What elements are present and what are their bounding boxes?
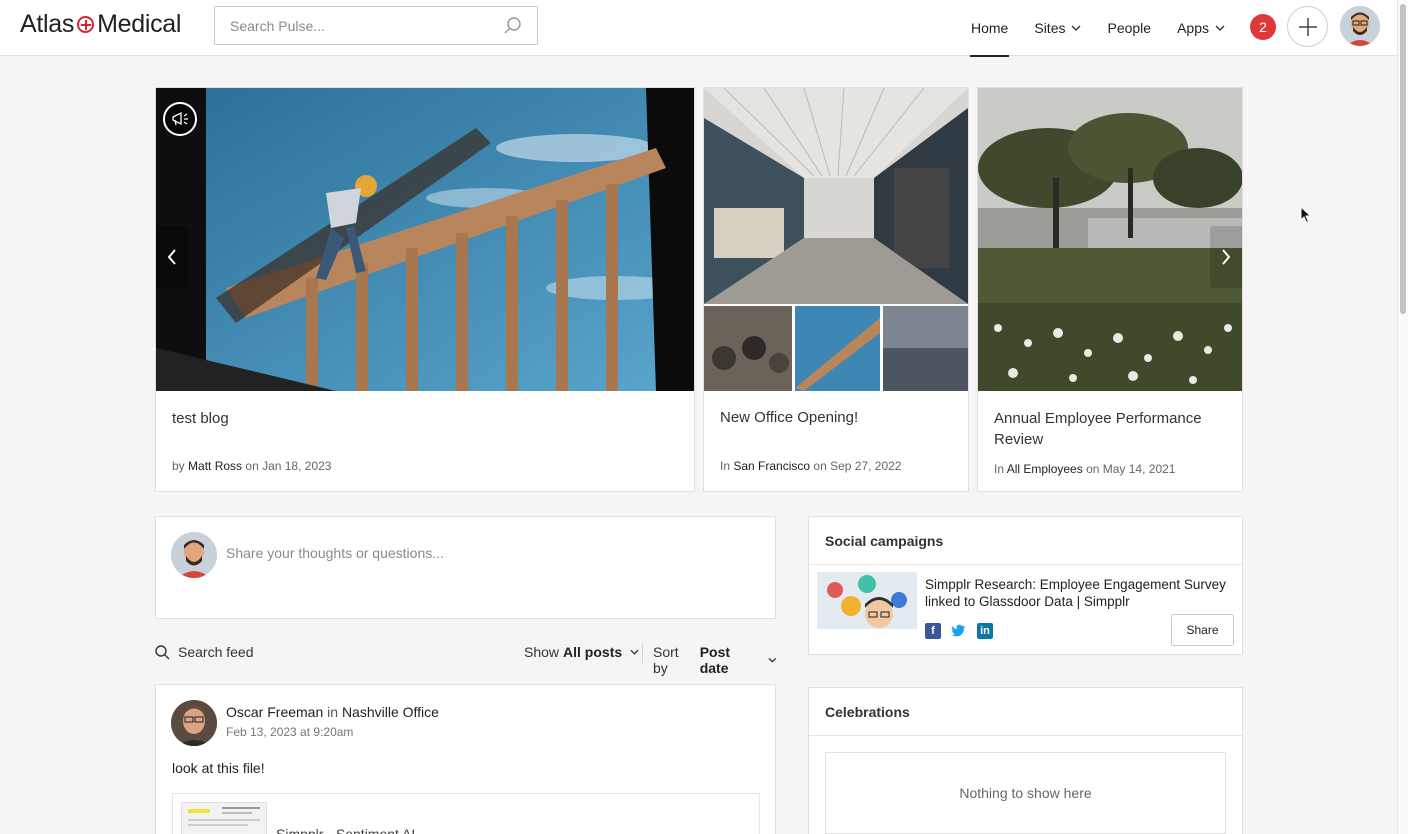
social-campaigns-widget: Social campaigns Simpplr Research: Emplo… bbox=[808, 516, 1243, 655]
post-body: look at this file! bbox=[172, 760, 265, 776]
site-link[interactable]: San Francisco bbox=[733, 459, 810, 473]
meta-date: on Sep 27, 2022 bbox=[813, 459, 902, 473]
notification-badge[interactable]: 2 bbox=[1250, 14, 1276, 40]
search-box bbox=[214, 6, 538, 45]
celebrations-widget: Celebrations Nothing to show here bbox=[808, 687, 1243, 834]
meta-prefix: In bbox=[720, 459, 731, 473]
author-link[interactable]: Oscar Freeman bbox=[226, 704, 323, 720]
widget-title: Social campaigns bbox=[825, 533, 944, 549]
sort-dropdown[interactable]: Sort by Post date bbox=[653, 644, 777, 676]
divider bbox=[642, 643, 643, 663]
site-link[interactable]: Nashville Office bbox=[342, 704, 439, 720]
review-image bbox=[978, 88, 1242, 391]
share-networks: f in bbox=[925, 623, 993, 639]
nav-people[interactable]: People bbox=[1094, 0, 1164, 56]
chevron-down-icon bbox=[1215, 25, 1225, 31]
search-icon bbox=[155, 644, 170, 659]
post-composer[interactable]: Share your thoughts or questions... bbox=[155, 516, 776, 619]
main-nav: Home Sites People Apps bbox=[958, 0, 1238, 57]
nav-people-label: People bbox=[1107, 20, 1152, 36]
card-meta: In All Employees on May 14, 2021 bbox=[994, 462, 1175, 476]
carousel-next-button[interactable] bbox=[1210, 226, 1242, 288]
post-author-line: Oscar Freeman in Nashville Office bbox=[226, 704, 439, 720]
facebook-icon[interactable]: f bbox=[925, 623, 941, 639]
avatar bbox=[171, 532, 217, 578]
show-value: All posts bbox=[563, 644, 623, 660]
nav-home-label: Home bbox=[971, 20, 1009, 36]
mouse-cursor-icon bbox=[1300, 206, 1312, 224]
carousel-card-office[interactable]: New Office Opening! In San Francisco on … bbox=[703, 87, 969, 492]
chevron-down-icon bbox=[768, 657, 777, 663]
file-thumbnail bbox=[181, 802, 267, 834]
brand-name-part2: Medical bbox=[97, 10, 182, 38]
search-feed-label: Search feed bbox=[178, 644, 254, 660]
sort-label: Sort by bbox=[653, 644, 679, 676]
feed-toolbar: Search feed Show All posts Sort by Post da… bbox=[155, 641, 777, 676]
audience-link[interactable]: All Employees bbox=[1007, 462, 1083, 476]
chevron-left-icon bbox=[167, 249, 176, 265]
scrollbar-thumb[interactable] bbox=[1400, 4, 1406, 314]
twitter-icon[interactable] bbox=[951, 623, 967, 639]
divider bbox=[809, 564, 1242, 565]
card-meta: In San Francisco on Sep 27, 2022 bbox=[720, 459, 901, 473]
brand-name-part1: Atlas bbox=[20, 10, 75, 38]
chevron-right-icon bbox=[1222, 249, 1231, 265]
medical-cross-icon bbox=[77, 16, 95, 33]
avatar[interactable] bbox=[171, 700, 217, 746]
nav-apps-label: Apps bbox=[1177, 20, 1209, 36]
show-label: Show bbox=[524, 644, 560, 660]
top-navigation-bar: Atlas Medical Home Sites People Apps 2 bbox=[0, 0, 1397, 57]
feed-post: Oscar Freeman in Nashville Office Feb 13… bbox=[155, 684, 776, 834]
plus-icon bbox=[1298, 17, 1317, 36]
page-scrollbar[interactable] bbox=[1397, 0, 1408, 834]
search-icon[interactable] bbox=[503, 16, 523, 41]
in-word: in bbox=[327, 704, 339, 720]
composer-input[interactable]: Share your thoughts or questions... bbox=[226, 545, 444, 561]
create-button[interactable] bbox=[1287, 6, 1328, 47]
office-image-gallery bbox=[704, 88, 968, 391]
search-input[interactable] bbox=[215, 7, 485, 44]
file-attachment[interactable]: Simpplr - Sentiment AI... bbox=[172, 793, 760, 834]
widget-title: Celebrations bbox=[825, 704, 910, 720]
divider bbox=[809, 735, 1242, 736]
nav-sites[interactable]: Sites bbox=[1021, 0, 1094, 56]
file-name[interactable]: Simpplr - Sentiment AI... bbox=[276, 826, 427, 834]
meta-prefix: In bbox=[994, 462, 1005, 476]
card-meta: by Matt Ross on Jan 18, 2023 bbox=[172, 459, 331, 473]
meta-date: on May 14, 2021 bbox=[1086, 462, 1176, 476]
carousel-card-blog[interactable]: test blog by Matt Ross on Jan 18, 2023 bbox=[155, 87, 695, 492]
meta-prefix: by bbox=[172, 459, 185, 473]
campaign-image[interactable] bbox=[817, 572, 917, 629]
chevron-down-icon bbox=[630, 649, 639, 655]
linkedin-icon[interactable]: in bbox=[977, 623, 993, 639]
show-filter-dropdown[interactable]: Show All posts bbox=[524, 644, 639, 660]
nav-apps[interactable]: Apps bbox=[1164, 0, 1238, 56]
brand-logo[interactable]: Atlas Medical bbox=[20, 10, 181, 39]
chevron-down-icon bbox=[1071, 25, 1081, 31]
user-avatar[interactable] bbox=[1340, 6, 1380, 46]
card-title[interactable]: New Office Opening! bbox=[720, 407, 858, 428]
nav-home[interactable]: Home bbox=[958, 0, 1021, 57]
author-link[interactable]: Matt Ross bbox=[188, 459, 242, 473]
card-title[interactable]: Annual Employee Performance Review bbox=[994, 408, 1228, 450]
carousel-card-review[interactable]: Annual Employee Performance Review In Al… bbox=[977, 87, 1243, 492]
blog-image bbox=[156, 88, 694, 391]
sort-value: Post date bbox=[699, 644, 731, 676]
meta-date: on Jan 18, 2023 bbox=[245, 459, 332, 473]
nav-sites-label: Sites bbox=[1034, 20, 1066, 36]
post-timestamp[interactable]: Feb 13, 2023 at 9:20am bbox=[226, 725, 353, 739]
card-title[interactable]: test blog bbox=[172, 408, 229, 429]
megaphone-icon bbox=[163, 102, 197, 136]
empty-state: Nothing to show here bbox=[825, 752, 1226, 834]
carousel-prev-button[interactable] bbox=[156, 226, 188, 288]
campaign-title[interactable]: Simpplr Research: Employee Engagement Su… bbox=[925, 576, 1237, 610]
share-button[interactable]: Share bbox=[1171, 614, 1234, 646]
search-feed-button[interactable]: Search feed bbox=[155, 644, 254, 660]
